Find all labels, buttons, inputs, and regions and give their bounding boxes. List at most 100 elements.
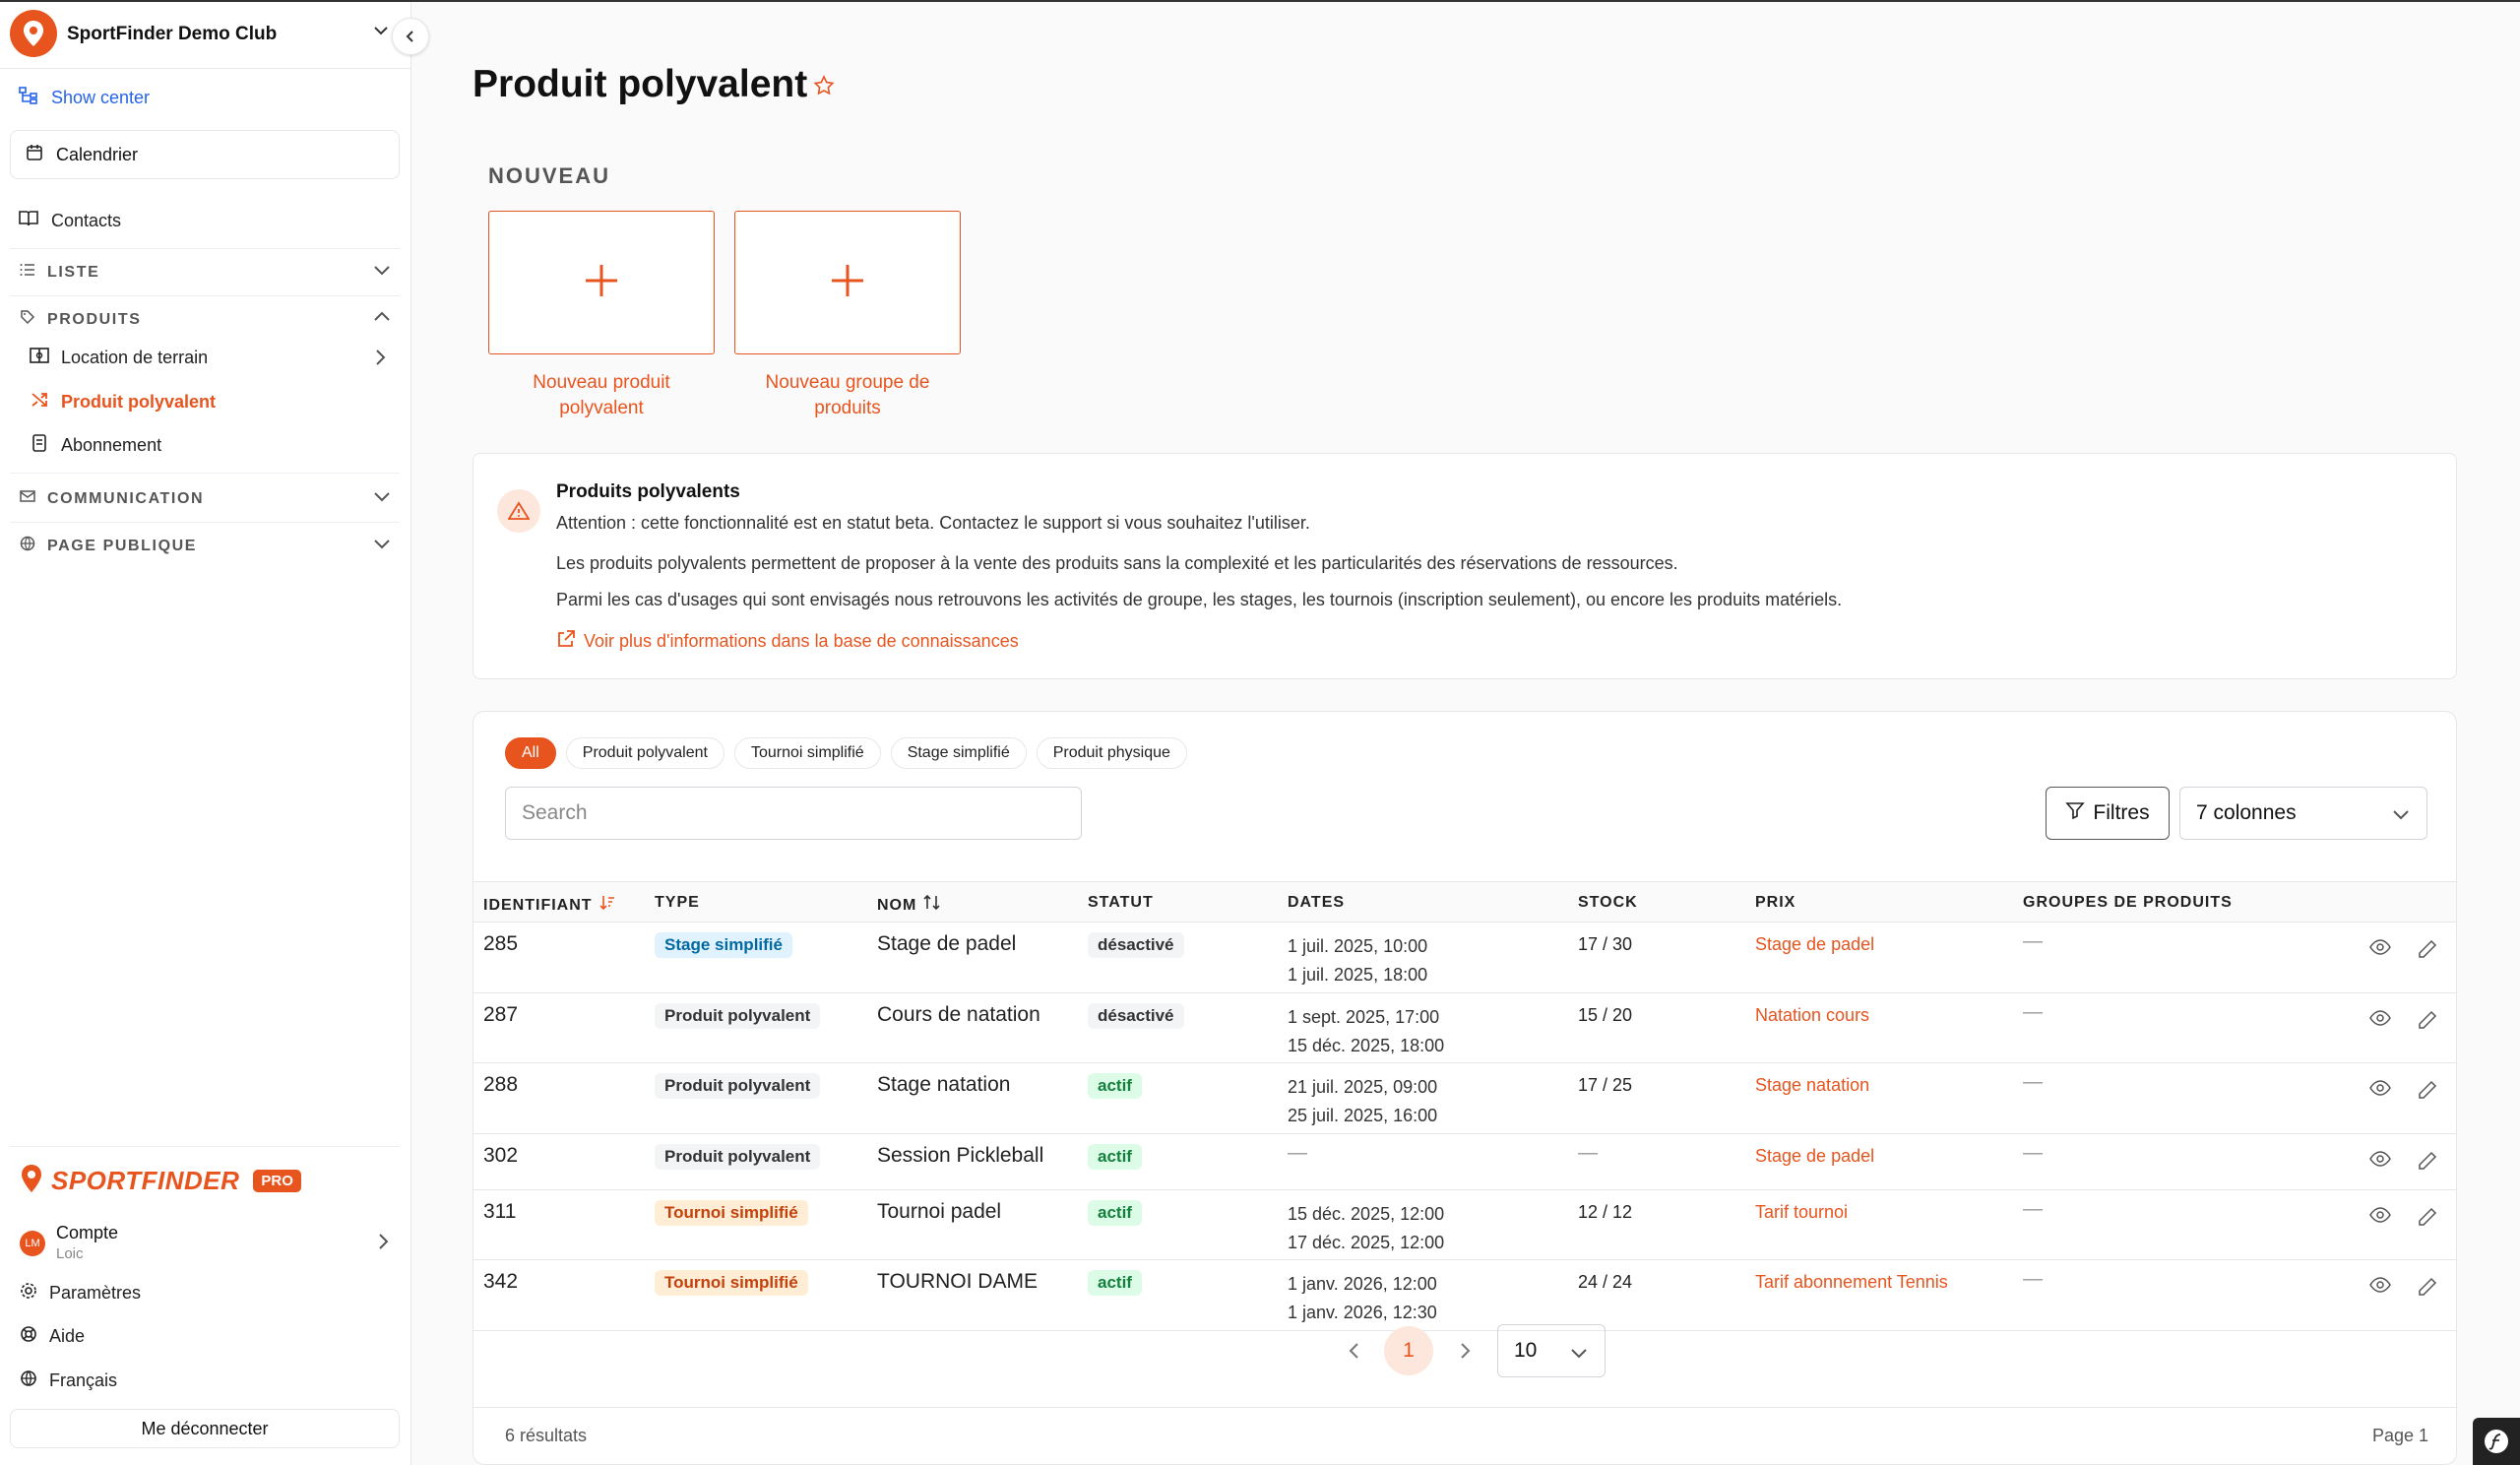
show-center-link[interactable]: Show center [18, 85, 150, 111]
header-label: STOCK [1578, 894, 1638, 911]
divider [10, 248, 400, 249]
cell-id: 311 [483, 1200, 517, 1223]
edit-icon[interactable] [2417, 1079, 2438, 1106]
edit-icon[interactable] [2417, 938, 2438, 965]
sidebar-item-produit-polyvalent[interactable]: Produit polyvalent [30, 390, 216, 414]
section-produits[interactable]: PRODUITS [20, 309, 394, 330]
products-table-card: All Produit polyvalent Tournoi simplifié… [472, 711, 2457, 1465]
divider [10, 473, 400, 474]
search-input[interactable] [505, 787, 1082, 840]
edit-icon[interactable] [2417, 1206, 2438, 1233]
header-label: NOM [877, 896, 917, 914]
th-nom[interactable]: NOM [877, 894, 942, 917]
sidebar-item-contacts[interactable]: Contacts [18, 209, 121, 233]
cell-id: 288 [483, 1073, 519, 1096]
table-row[interactable]: 311 Tournoi simplifié Tournoi padel acti… [473, 1190, 2456, 1260]
sidebar-item-abonnement[interactable]: Abonnement [30, 433, 161, 458]
star-icon[interactable] [813, 75, 835, 101]
section-communication[interactable]: COMMUNICATION [20, 488, 394, 509]
section-page-publique[interactable]: PAGE PUBLIQUE [20, 536, 394, 556]
new-group-label[interactable]: Nouveau groupe de produits [734, 370, 961, 421]
edit-icon[interactable] [2417, 1276, 2438, 1303]
th-type[interactable]: TYPE [655, 894, 700, 912]
th-statut[interactable]: STATUT [1088, 894, 1154, 912]
chip-produit-physique[interactable]: Produit physique [1036, 737, 1187, 769]
new-product-label[interactable]: Nouveau produit polyvalent [488, 370, 715, 421]
divider [10, 1146, 400, 1147]
view-icon[interactable] [2369, 1206, 2391, 1229]
prev-page-icon[interactable] [1346, 1340, 1363, 1367]
price-link[interactable]: Tarif tournoi [1755, 1202, 1848, 1223]
table-row[interactable]: 285 Stage simplifié Stage de padel désac… [473, 923, 2456, 993]
view-icon[interactable] [2369, 1009, 2391, 1032]
per-page-select[interactable]: 10 [1497, 1324, 1606, 1377]
cell-nom: Stage de padel [877, 932, 1017, 955]
chevron-down-icon[interactable] [372, 22, 390, 44]
new-product-card[interactable] [488, 211, 715, 354]
th-stock[interactable]: STOCK [1578, 894, 1638, 912]
lifebuoy-icon [20, 1325, 37, 1348]
price-link[interactable]: Tarif abonnement Tennis [1755, 1272, 1948, 1293]
th-prix[interactable]: PRIX [1755, 894, 1796, 912]
per-page-value: 10 [1514, 1339, 1538, 1362]
page-1-button[interactable]: 1 [1384, 1326, 1433, 1375]
logout-button[interactable]: Me déconnecter [10, 1409, 400, 1448]
table-row[interactable]: 288 Produit polyvalent Stage natation ac… [473, 1063, 2456, 1134]
table-row[interactable]: 342 Tournoi simplifié TOURNOI DAME actif… [473, 1260, 2456, 1331]
symfony-toolbar-icon[interactable] [2473, 1418, 2520, 1465]
cell-dates: 15 déc. 2025, 12:00 17 déc. 2025, 12:00 [1288, 1200, 1444, 1257]
edit-icon[interactable] [2417, 1150, 2438, 1177]
sidebar-item-aide[interactable]: Aide [20, 1325, 85, 1348]
table-row[interactable]: 287 Produit polyvalent Cours de natation… [473, 993, 2456, 1063]
th-groupes[interactable]: GROUPES DE PRODUITS [2023, 894, 2233, 912]
globe-icon [20, 1369, 37, 1392]
view-icon[interactable] [2369, 1150, 2391, 1173]
club-name: SportFinder Demo Club [67, 24, 278, 44]
sidebar-item-location-de-terrain[interactable]: Location de terrain [30, 347, 394, 369]
cell-id: 285 [483, 932, 519, 955]
view-icon[interactable] [2369, 1276, 2391, 1299]
cell-id: 342 [483, 1270, 519, 1293]
globe-icon [20, 536, 35, 556]
sort-desc-icon [598, 894, 616, 917]
new-group-card[interactable] [734, 211, 961, 354]
card-icon [30, 433, 49, 458]
table-row[interactable]: 302 Produit polyvalent Session Picklebal… [473, 1134, 2456, 1190]
cell-dates: 1 juil. 2025, 10:00 1 juil. 2025, 18:00 [1288, 932, 1427, 989]
price-link[interactable]: Stage de padel [1755, 1146, 1874, 1167]
edit-icon[interactable] [2417, 1009, 2438, 1036]
chip-produit-polyvalent[interactable]: Produit polyvalent [565, 737, 724, 769]
cell-groupes: — [2023, 930, 2043, 952]
sidebar-item-parametres[interactable]: Paramètres [20, 1282, 141, 1305]
price-link[interactable]: Stage natation [1755, 1075, 1869, 1096]
account-menu[interactable]: LM Compte Loic [20, 1221, 394, 1266]
sidebar-item-langue[interactable]: Français [20, 1369, 117, 1392]
next-page-icon[interactable] [1456, 1340, 1474, 1367]
price-link[interactable]: Natation cours [1755, 1005, 1869, 1026]
cell-groupes: — [2023, 1071, 2043, 1093]
th-identifiant[interactable]: IDENTIFIANT [483, 894, 616, 917]
view-icon[interactable] [2369, 1079, 2391, 1102]
brand-name: SPORTFINDER [51, 1166, 240, 1195]
type-badge: Produit polyvalent [655, 1003, 821, 1029]
collapse-sidebar-button[interactable] [392, 18, 429, 55]
th-dates[interactable]: DATES [1288, 894, 1345, 912]
sidebar-item-calendrier[interactable]: Calendrier [10, 130, 400, 179]
chip-stage-simplifie[interactable]: Stage simplifié [890, 737, 1027, 769]
view-icon[interactable] [2369, 938, 2391, 961]
status-badge: désactivé [1088, 1003, 1184, 1029]
cell-dates: — [1288, 1142, 1307, 1164]
price-link[interactable]: Stage de padel [1755, 934, 1874, 955]
date-end: 1 janv. 2026, 12:30 [1288, 1303, 1437, 1322]
chip-tournoi-simplifie[interactable]: Tournoi simplifié [733, 737, 881, 769]
info-line: Attention : cette fonctionnalité est en … [556, 513, 1310, 533]
filters-button[interactable]: Filtres [2046, 787, 2170, 840]
cell-dates: 21 juil. 2025, 09:00 25 juil. 2025, 16:00 [1288, 1073, 1437, 1130]
cell-id: 287 [483, 1003, 519, 1026]
divider [10, 522, 400, 523]
knowledge-base-link[interactable]: Voir plus d'informations dans la base de… [556, 629, 1019, 654]
club-selector[interactable]: SportFinder Demo Club [0, 2, 410, 69]
section-liste[interactable]: LISTE [20, 262, 394, 283]
columns-select[interactable]: 7 colonnes [2179, 787, 2427, 840]
chip-all[interactable]: All [505, 737, 556, 769]
